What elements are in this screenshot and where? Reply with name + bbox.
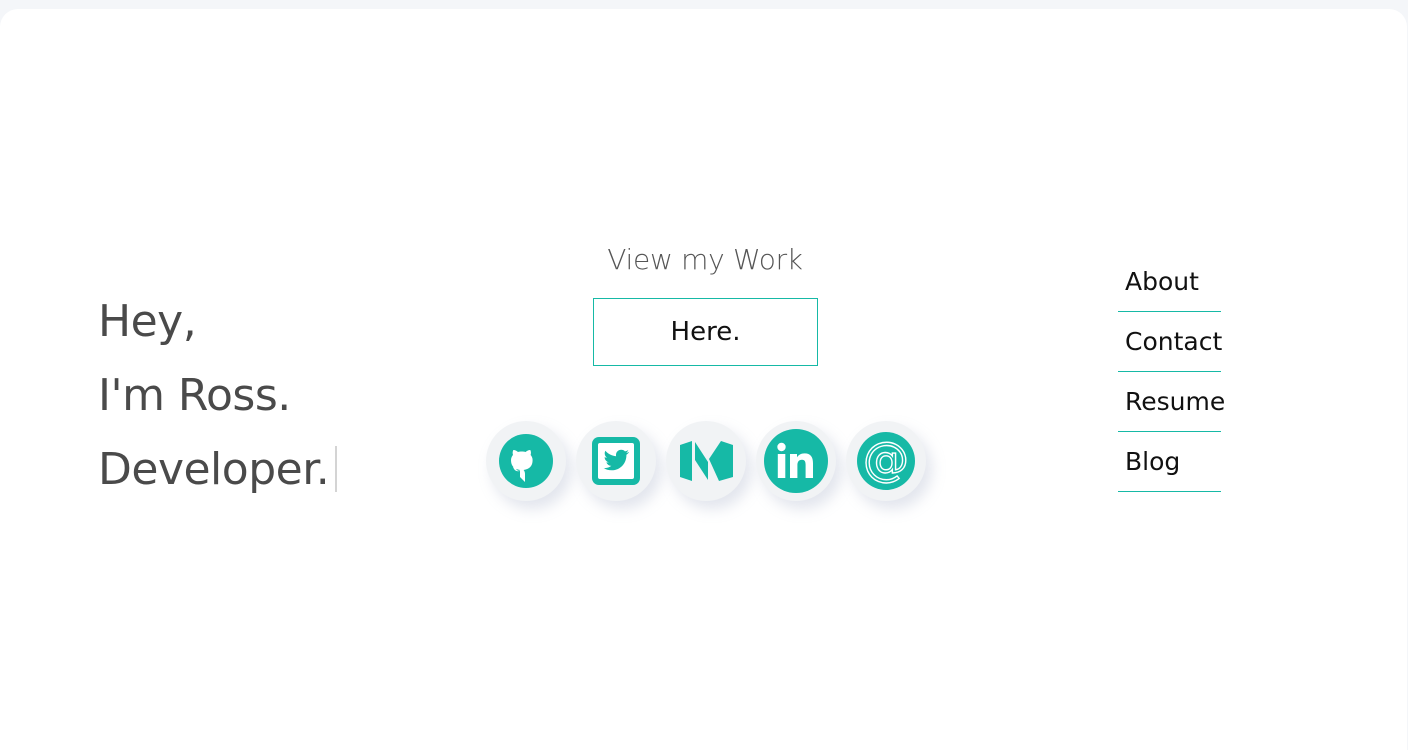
email-at-icon: @	[856, 431, 916, 491]
twitter-icon	[591, 436, 641, 486]
medium-link[interactable]	[666, 421, 746, 501]
view-work-button[interactable]: Here.	[593, 298, 818, 366]
nav-link-resume[interactable]: Resume	[1118, 373, 1225, 432]
nav-link-contact[interactable]: Contact	[1118, 313, 1222, 372]
intro-role-text: Developer.	[98, 444, 330, 495]
intro-heading: Hey, I'm Ross. Developer.	[98, 285, 338, 507]
linkedin-icon	[763, 428, 829, 494]
svg-text:@: @	[863, 432, 909, 486]
github-link[interactable]	[486, 421, 566, 501]
nav-link-about[interactable]: About	[1118, 253, 1221, 312]
view-work-button-label: Here.	[670, 317, 741, 347]
page-card: Hey, I'm Ross. Developer. View my Work H…	[0, 9, 1407, 750]
linkedin-link[interactable]	[756, 421, 836, 501]
intro-line-greeting: Hey,	[98, 296, 197, 347]
intro-line-name: I'm Ross.	[98, 370, 291, 421]
social-links: @	[486, 421, 926, 501]
intro-line-role: Developer.	[98, 433, 338, 507]
email-link[interactable]: @	[846, 421, 926, 501]
side-nav: About Contact Resume Blog	[1118, 253, 1225, 492]
medium-icon	[678, 439, 734, 483]
typing-cursor	[335, 446, 338, 492]
github-icon	[498, 433, 554, 489]
nav-link-blog[interactable]: Blog	[1118, 433, 1221, 492]
twitter-link[interactable]	[576, 421, 656, 501]
